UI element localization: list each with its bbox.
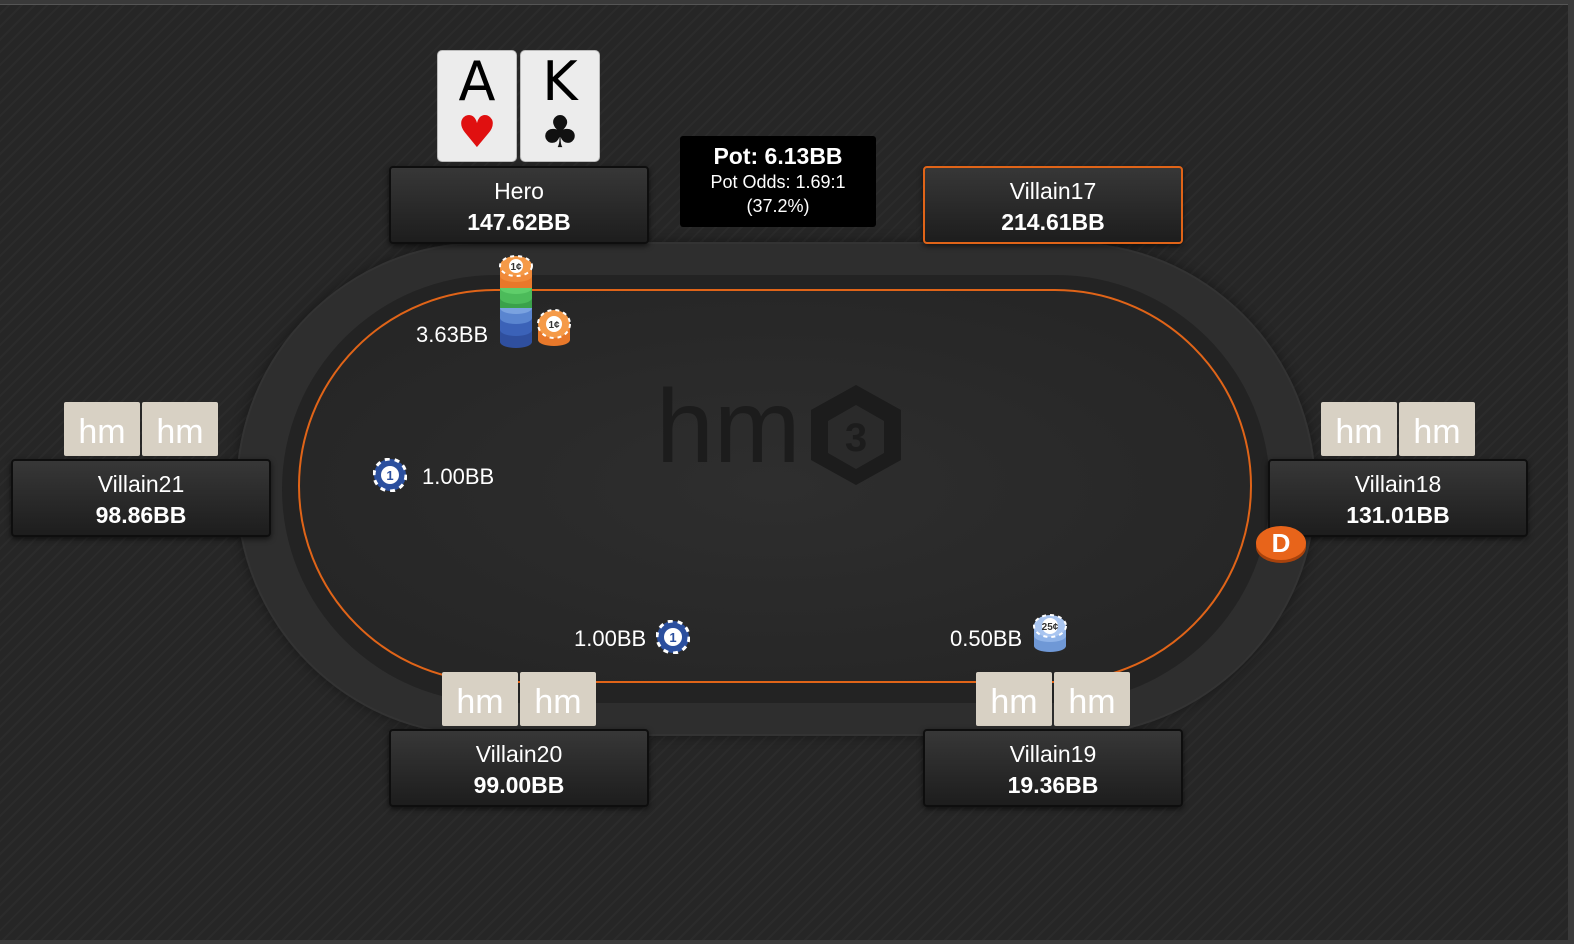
svg-text:1: 1 [669,630,676,645]
chip-icon: 1 [656,620,690,654]
player-name: Villain21 [97,471,185,497]
player-name: Hero [494,178,544,204]
hero-chip-stack: 1¢ 1¢ [499,255,571,348]
svg-text:1: 1 [386,468,393,483]
hidden-card-2: hm [142,402,218,456]
seat-villain21[interactable]: Villain21 98.86BB [11,459,271,537]
player-name: Villain18 [1354,471,1442,497]
player-stack: 98.86BB [95,502,187,528]
seat-villain20[interactable]: Villain20 99.00BB [389,729,649,807]
pot-odds-percent: (37.2%) [746,196,810,216]
svg-text:25¢: 25¢ [1042,622,1059,633]
svg-text:D: D [1272,528,1291,558]
window-right-border [1568,0,1574,944]
player-name: Villain19 [1009,741,1097,767]
dealer-button: D [1256,526,1306,563]
chip-stack-short: 1¢ [537,309,571,346]
player-stack: 147.62BB [467,209,571,235]
hidden-card-1: hm [976,672,1052,726]
villain21-bet: 1.00BB [422,464,495,489]
seat-hero[interactable]: Hero 147.62BB [389,166,649,244]
hero-card-1: A ♥ [437,50,517,162]
svg-text:1¢: 1¢ [510,262,522,273]
pot-odds: Pot Odds: 1.69:1 [710,172,846,192]
villain19-bet: 0.50BB [950,626,1023,651]
seat-villain17[interactable]: Villain17 214.61BB [923,166,1183,244]
seat-villain19[interactable]: Villain19 19.36BB [923,729,1183,807]
chip-stack-tall: 1¢ [499,255,533,348]
hidden-card-1: hm [64,402,140,456]
hidden-card-2: hm [520,672,596,726]
logo-badge: 3 [845,416,867,460]
hero-card-2: K ♣ [520,50,600,162]
hidden-card-2: hm [1054,672,1130,726]
player-name: Villain20 [475,741,563,767]
window-top-border [0,0,1574,5]
hidden-card-1: hm [442,672,518,726]
card-rank: K [542,50,578,113]
player-stack: 214.61BB [1001,209,1105,235]
club-icon: ♣ [540,107,580,158]
logo-text: hm [656,380,800,485]
pot-amount: Pot: 6.13BB [713,143,843,169]
heart-icon: ♥ [457,107,497,158]
player-stack: 99.00BB [473,772,565,798]
player-stack: 19.36BB [1007,772,1099,798]
player-stack: 131.01BB [1346,502,1450,528]
card-rank: A [458,50,496,113]
chip-icon: 1 [373,458,407,492]
hidden-card-2: hm [1399,402,1475,456]
hero-bet: 3.63BB [416,322,489,347]
villain20-bet: 1.00BB [574,626,647,651]
chip-stack-icon: 25¢ [1033,614,1067,652]
hidden-card-1: hm [1321,402,1397,456]
window-bottom-border [0,940,1574,944]
svg-text:1¢: 1¢ [548,320,560,331]
player-name: Villain17 [1009,178,1097,204]
hm3-logo: hm 3 [656,380,901,485]
pot-info: Pot: 6.13BB Pot Odds: 1.69:1 (37.2%) [680,136,876,227]
